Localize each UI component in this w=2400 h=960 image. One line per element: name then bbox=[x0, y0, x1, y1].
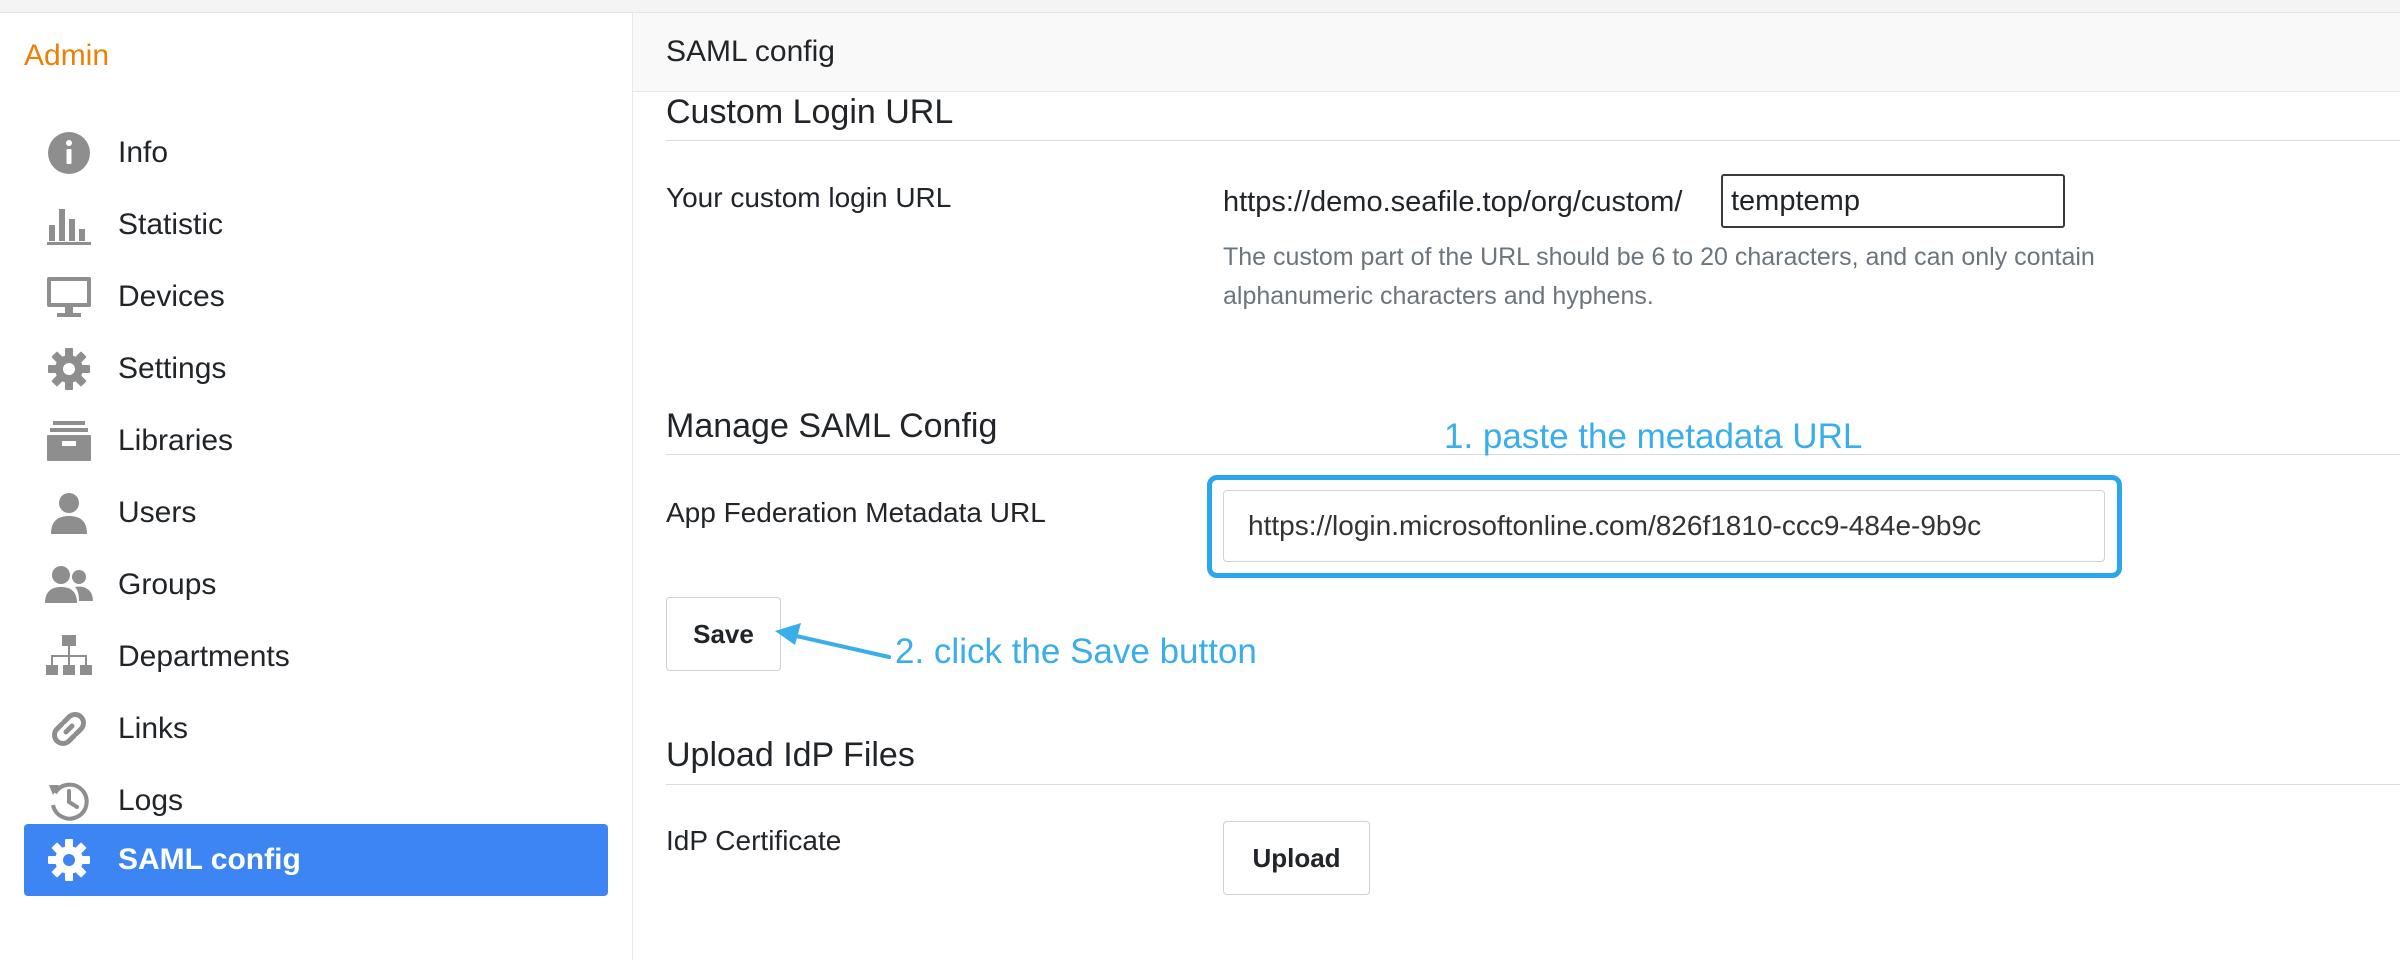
gear-icon bbox=[44, 347, 94, 391]
sidebar-item-users[interactable]: Users bbox=[24, 477, 608, 549]
archive-icon bbox=[44, 419, 94, 463]
metadata-url-input[interactable] bbox=[1223, 490, 2105, 562]
page-header: SAML config bbox=[633, 13, 2400, 92]
idp-certificate-label: IdP Certificate bbox=[666, 825, 842, 856]
info-icon bbox=[44, 131, 94, 175]
monitor-icon bbox=[44, 275, 94, 319]
gear-icon bbox=[44, 838, 94, 882]
section-divider bbox=[666, 784, 2400, 785]
sidebar-item-label: Libraries bbox=[118, 424, 234, 457]
section-title-idp: Upload IdP Files bbox=[666, 736, 915, 774]
section-title-saml: Manage SAML Config bbox=[666, 407, 998, 445]
sidebar-item-groups[interactable]: Groups bbox=[24, 549, 608, 621]
sidebar: Admin Info Statistic Devices Settings Li… bbox=[0, 13, 633, 960]
save-button[interactable]: Save bbox=[666, 597, 781, 671]
sidebar-item-links[interactable]: Links bbox=[24, 693, 608, 765]
annotation-arrow-icon bbox=[775, 623, 891, 659]
sidebar-item-label: Links bbox=[118, 712, 189, 745]
sidebar-item-label: Logs bbox=[118, 784, 184, 817]
sidebar-item-label: Groups bbox=[118, 568, 217, 601]
sidebar-item-label: Users bbox=[118, 496, 197, 529]
users-icon bbox=[44, 563, 94, 607]
sidebar-item-devices[interactable]: Devices bbox=[24, 261, 608, 333]
section-title-custom-login: Custom Login URL bbox=[666, 93, 954, 131]
custom-login-label: Your custom login URL bbox=[666, 182, 952, 213]
sidebar-item-label: Info bbox=[118, 136, 169, 169]
sidebar-item-libraries[interactable]: Libraries bbox=[24, 405, 608, 477]
user-icon bbox=[44, 491, 94, 535]
upload-button[interactable]: Upload bbox=[1223, 821, 1370, 895]
sidebar-item-departments[interactable]: Departments bbox=[24, 621, 608, 693]
org-chart-icon bbox=[44, 635, 94, 679]
custom-login-url-prefix: https://demo.seafile.top/org/custom/ bbox=[1223, 186, 1683, 218]
section-divider bbox=[666, 140, 2400, 141]
metadata-url-label: App Federation Metadata URL bbox=[666, 497, 1046, 528]
sidebar-item-label: Settings bbox=[118, 352, 227, 385]
custom-login-input[interactable] bbox=[1721, 174, 2065, 228]
sidebar-item-settings[interactable]: Settings bbox=[24, 333, 608, 405]
sidebar-item-label: Devices bbox=[118, 280, 225, 313]
sidebar-item-info[interactable]: Info bbox=[24, 117, 608, 189]
link-icon bbox=[44, 707, 94, 751]
annotation-step-1: 1. paste the metadata URL bbox=[1444, 417, 1863, 456]
main-content: SAML config Custom Login URL Your custom… bbox=[633, 13, 2400, 960]
bar-chart-icon bbox=[44, 203, 94, 247]
sidebar-item-label: Departments bbox=[118, 640, 290, 673]
custom-login-help-text: The custom part of the URL should be 6 t… bbox=[1223, 243, 2095, 310]
page-title: SAML config bbox=[666, 35, 835, 68]
sidebar-item-label: Statistic bbox=[118, 208, 224, 241]
history-icon bbox=[44, 779, 94, 823]
sidebar-item-saml-config[interactable]: SAML config bbox=[24, 824, 608, 896]
annotation-step-2: 2. click the Save button bbox=[895, 632, 1257, 671]
top-bar bbox=[0, 0, 2400, 13]
sidebar-title: Admin bbox=[24, 39, 110, 72]
sidebar-item-label: SAML config bbox=[118, 843, 301, 876]
sidebar-item-statistic[interactable]: Statistic bbox=[24, 189, 608, 261]
